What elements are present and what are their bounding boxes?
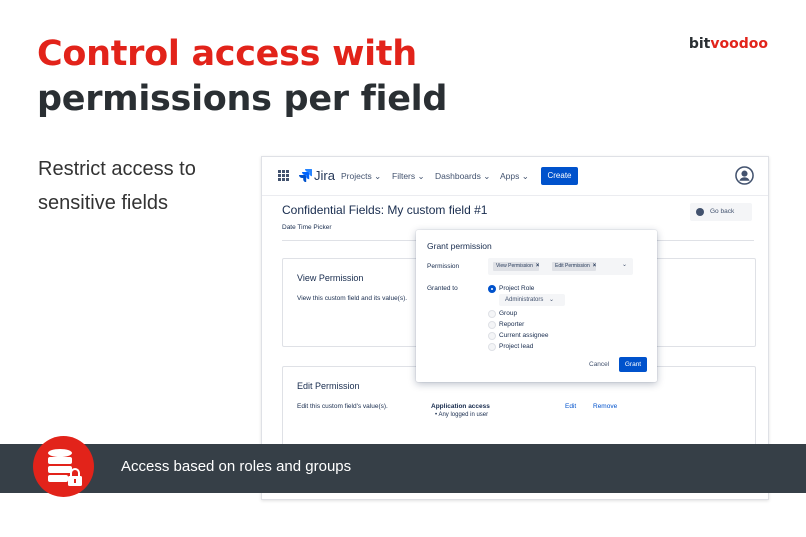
chevron-down-icon: ⌄ bbox=[417, 171, 425, 181]
access-item: • Any logged in user bbox=[435, 412, 489, 418]
application-access-title: Application access bbox=[431, 403, 490, 410]
role-select[interactable]: Administrators ⌄ bbox=[499, 294, 565, 306]
edit-permission-title: Edit Permission bbox=[297, 381, 360, 391]
go-back-label: Go back bbox=[710, 208, 735, 215]
granted-to-label: Granted to bbox=[427, 285, 458, 292]
remove-tag-icon[interactable]: × bbox=[536, 263, 540, 269]
tag-edit-permission: Edit Permission × bbox=[552, 262, 597, 271]
nav-dashboards-label: Dashboards bbox=[435, 171, 481, 181]
view-permission-desc: View this custom field and its value(s). bbox=[297, 295, 408, 302]
chevron-down-icon[interactable]: ⌄ bbox=[622, 261, 627, 268]
grant-button[interactable]: Grant bbox=[619, 357, 647, 372]
page-title: Confidential Fields: My custom field #1 bbox=[282, 203, 488, 217]
chevron-down-icon: ⌄ bbox=[374, 171, 382, 181]
nav-filters[interactable]: Filters ⌄ bbox=[392, 171, 425, 182]
dialog-title: Grant permission bbox=[427, 241, 492, 251]
logo-prefix: bit bbox=[688, 36, 711, 52]
banner-text: Access based on roles and groups bbox=[121, 458, 352, 475]
chevron-down-icon: ⌄ bbox=[549, 297, 555, 303]
view-permission-title: View Permission bbox=[297, 273, 364, 283]
option-group: Group bbox=[499, 310, 518, 317]
nav-apps[interactable]: Apps ⌄ bbox=[500, 171, 529, 182]
permission-label: Permission bbox=[427, 263, 460, 270]
nav-apps-label: Apps bbox=[500, 171, 520, 181]
slide-subtitle: Restrict access to sensitive fields bbox=[38, 158, 196, 214]
jira-logo-icon[interactable] bbox=[298, 168, 312, 182]
slide-title-line1: Control access with bbox=[37, 34, 417, 74]
nav-filters-label: Filters bbox=[392, 171, 416, 181]
option-project-lead: Project lead bbox=[499, 343, 534, 350]
create-button[interactable]: Create bbox=[541, 167, 578, 185]
option-reporter: Reporter bbox=[499, 321, 525, 328]
grant-permission-dialog: Grant permission Permission View Permiss… bbox=[416, 230, 657, 382]
field-type: Date Time Picker bbox=[282, 224, 332, 231]
logo-accent: voodoo bbox=[710, 36, 768, 52]
radio-current-assignee[interactable] bbox=[488, 332, 496, 340]
database-lock-icon bbox=[33, 436, 94, 497]
radio-project-lead[interactable] bbox=[488, 343, 496, 351]
radio-reporter[interactable] bbox=[488, 321, 496, 329]
chevron-down-icon: ⌄ bbox=[521, 171, 529, 181]
chevron-down-icon: ⌄ bbox=[483, 171, 491, 181]
edit-permission-desc: Edit this custom field's value(s). bbox=[297, 403, 388, 410]
cancel-button[interactable]: Cancel bbox=[589, 361, 609, 368]
go-back-button[interactable]: Go back bbox=[690, 203, 752, 221]
arrow-left-circle-icon bbox=[696, 208, 704, 216]
tag-view-permission: View Permission × bbox=[493, 262, 540, 271]
top-navigation: Jira Projects ⌄ Filters ⌄ Dashboards ⌄ A… bbox=[262, 157, 768, 196]
slide-title-line2: permissions per field bbox=[37, 79, 448, 119]
edit-link[interactable]: Edit bbox=[565, 403, 576, 410]
remove-tag-icon[interactable]: × bbox=[593, 263, 597, 269]
radio-group[interactable] bbox=[488, 310, 496, 318]
nav-dashboards[interactable]: Dashboards ⌄ bbox=[435, 171, 490, 182]
tag-label: Edit Permission bbox=[555, 263, 590, 269]
access-item-label: Any logged in user bbox=[438, 412, 489, 418]
user-avatar-icon[interactable] bbox=[735, 166, 754, 185]
jira-brand[interactable]: Jira bbox=[314, 168, 335, 183]
radio-project-role[interactable] bbox=[488, 285, 496, 293]
bitvoodoo-logo: bitvoodoo bbox=[689, 36, 768, 52]
option-current-assignee: Current assignee bbox=[499, 332, 549, 339]
grid-icon[interactable] bbox=[278, 170, 289, 181]
option-project-role: Project Role bbox=[499, 285, 535, 292]
tag-label: View Permission bbox=[496, 263, 533, 269]
nav-projects-label: Projects bbox=[341, 171, 372, 181]
remove-link[interactable]: Remove bbox=[593, 403, 617, 410]
role-select-value: Administrators bbox=[505, 297, 544, 303]
permission-multiselect[interactable]: View Permission × Edit Permission × ⌄ bbox=[488, 258, 633, 275]
nav-projects[interactable]: Projects ⌄ bbox=[341, 171, 381, 182]
